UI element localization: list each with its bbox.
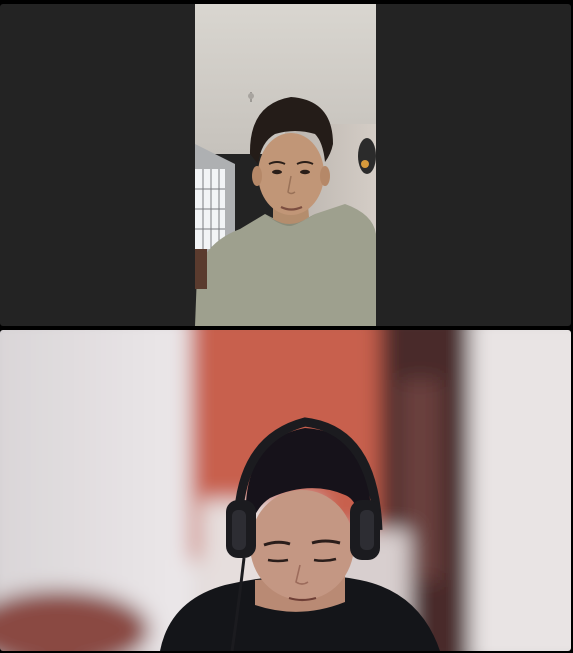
participant-video-1: [195, 4, 376, 326]
participant-video-2: [0, 330, 571, 651]
participant-tile-2[interactable]: [0, 330, 571, 651]
participant-tile-1[interactable]: [0, 4, 571, 326]
video-call-window: [0, 0, 573, 653]
